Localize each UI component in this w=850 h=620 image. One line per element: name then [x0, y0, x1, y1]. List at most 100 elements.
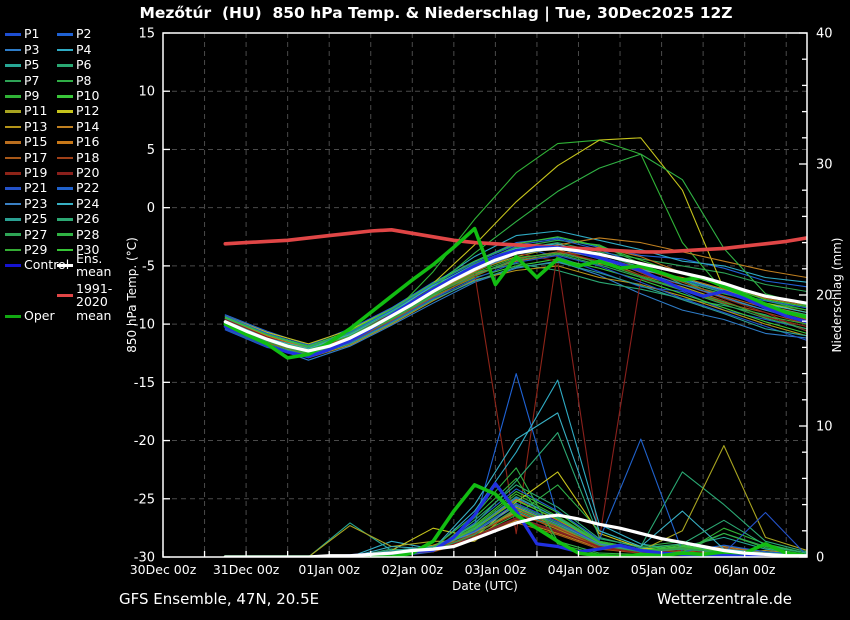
legend-item-ens-mean: Ens. mean — [57, 253, 135, 278]
legend-item-p1: P1 — [5, 28, 57, 41]
legend-item-p11-swatch — [5, 110, 21, 113]
legend-item-p21: P21 — [5, 182, 57, 195]
legend-row: P13P14 — [5, 119, 137, 134]
legend-item-oper-label: Oper — [24, 310, 55, 323]
legend-item-p17: P17 — [5, 152, 57, 165]
legend-item-p23-swatch — [5, 203, 21, 206]
legend-row: P23P24 — [5, 196, 137, 211]
legend-item-p1-swatch — [5, 33, 21, 36]
legend-item-climate-line1-swatch — [57, 294, 73, 297]
legend-item-p2-label: P2 — [76, 28, 92, 41]
legend-item-p9-swatch — [5, 95, 21, 98]
watermark-label: Wetterzentrale.de — [657, 590, 792, 608]
legend-item-p29-swatch — [5, 249, 21, 252]
legend-row: P15 P16 — [5, 135, 137, 150]
legend-item-p26-swatch — [57, 218, 73, 221]
svg-text:02Jan 00z: 02Jan 00z — [381, 562, 443, 577]
data-series-group — [225, 138, 807, 557]
meteogram-canvas: Mezőtúr (HU) 850 hPa Temp. & Niederschla… — [0, 0, 850, 620]
legend-item-climate-line1-label: 1991-2020 — [76, 283, 135, 308]
legend-item-p29-label: P29 — [24, 244, 47, 257]
legend-item-p1-label: P1 — [24, 28, 40, 41]
legend-row: P9 P10 — [5, 89, 137, 104]
legend-item-p10-swatch — [57, 95, 73, 98]
legend-item-p26: P26 — [57, 213, 109, 226]
legend-item-p15: P15 — [5, 136, 57, 149]
svg-text:-5: -5 — [142, 259, 155, 274]
legend-item-p3-label: P3 — [24, 44, 40, 57]
svg-text:30Dec 00z: 30Dec 00z — [130, 562, 197, 577]
legend-item-p10-label: P10 — [76, 90, 99, 103]
legend: P1P2P3P4P5P6P7P8P9P10P11P12P13P14P15P16P… — [5, 27, 137, 323]
legend-item-p20: P20 — [57, 167, 109, 180]
legend-item-p8-swatch — [57, 80, 73, 83]
legend-item-p16-swatch — [57, 141, 73, 144]
legend-item-p27: P27 — [5, 229, 57, 242]
legend-item-p23: P23 — [5, 198, 57, 211]
model-location-label: GFS Ensemble, 47N, 20.5E — [119, 590, 319, 608]
svg-text:15: 15 — [138, 27, 155, 42]
legend-row: P3 P4 — [5, 42, 137, 57]
legend-item-p20-label: P20 — [76, 167, 99, 180]
svg-text:04Jan 00z: 04Jan 00z — [548, 562, 610, 577]
legend-row: P1 P2 — [5, 27, 137, 42]
legend-row: P11 P12 — [5, 104, 137, 119]
legend-item-p13-swatch — [5, 126, 21, 129]
legend-item-p21-label: P21 — [24, 182, 47, 195]
legend-item-p17-swatch — [5, 157, 21, 160]
legend-item-p28-label: P28 — [76, 229, 99, 242]
legend-item-p12-label: P12 — [76, 105, 99, 118]
legend-item-p15-label: P15 — [24, 136, 47, 149]
legend-item-p21-swatch — [5, 187, 21, 190]
svg-text:0: 0 — [816, 551, 824, 566]
legend-row: P21 P22 — [5, 181, 137, 196]
legend-item-p6-swatch — [57, 64, 73, 67]
legend-row: P17 P18 — [5, 150, 137, 165]
svg-text:5: 5 — [147, 143, 155, 158]
legend-item-p24-swatch — [57, 203, 73, 206]
legend-item-p18: P18 — [57, 152, 109, 165]
legend-item-p6-label: P6 — [76, 59, 92, 72]
legend-item-p30-swatch — [57, 249, 73, 252]
legend-item-p2: P2 — [57, 28, 109, 41]
legend-item-p7: P7 — [5, 75, 57, 88]
legend-item-p28-swatch — [57, 233, 73, 236]
legend-item-p17-label: P17 — [24, 152, 47, 165]
legend-item-p3-swatch — [5, 49, 21, 52]
legend-item-control-swatch — [5, 264, 21, 267]
legend-item-p4-label: P4 — [76, 44, 92, 57]
legend-item-p28: P28 — [57, 229, 109, 242]
legend-item-p5-swatch — [5, 64, 21, 67]
legend-item-p19-label: P19 — [24, 167, 47, 180]
legend-item-ens-mean-swatch — [57, 264, 73, 267]
legend-item-p22-swatch — [57, 187, 73, 190]
svg-text:01Jan 00z: 01Jan 00z — [298, 562, 360, 577]
legend-item-p6: P6 — [57, 59, 109, 72]
legend-item-p25: P25 — [5, 213, 57, 226]
svg-text:10: 10 — [138, 85, 155, 100]
legend-row: P27 P28 — [5, 227, 137, 242]
legend-item-p18-swatch — [57, 157, 73, 160]
legend-item-p22: P22 — [57, 182, 109, 195]
svg-text:06Jan 00z: 06Jan 00z — [714, 562, 776, 577]
svg-text:05Jan 00z: 05Jan 00z — [631, 562, 693, 577]
legend-item-p16: P16 — [57, 136, 109, 149]
legend-item-p9-label: P9 — [24, 90, 40, 103]
legend-item-control: Control — [5, 259, 57, 272]
legend-item-p20-swatch — [57, 172, 73, 175]
legend-item-oper-swatch — [5, 315, 21, 318]
svg-text:Date (UTC): Date (UTC) — [452, 579, 518, 593]
legend-item-climate-line2: mean — [76, 310, 135, 323]
legend-item-p26-label: P26 — [76, 213, 99, 226]
legend-row: P25 P26 — [5, 212, 137, 227]
legend-item-p18-label: P18 — [76, 152, 99, 165]
legend-row-control-mean: ControlEns. mean — [5, 258, 137, 273]
legend-item-p8: P8 — [57, 75, 109, 88]
svg-text:03Jan 00z: 03Jan 00z — [465, 562, 527, 577]
svg-text:31Dec 00z: 31Dec 00z — [213, 562, 280, 577]
legend-item-p11-label: P11 — [24, 105, 47, 118]
legend-item-p19-swatch — [5, 172, 21, 175]
svg-text:10: 10 — [816, 420, 833, 435]
svg-text:0: 0 — [147, 201, 155, 216]
legend-item-p25-swatch — [5, 218, 21, 221]
